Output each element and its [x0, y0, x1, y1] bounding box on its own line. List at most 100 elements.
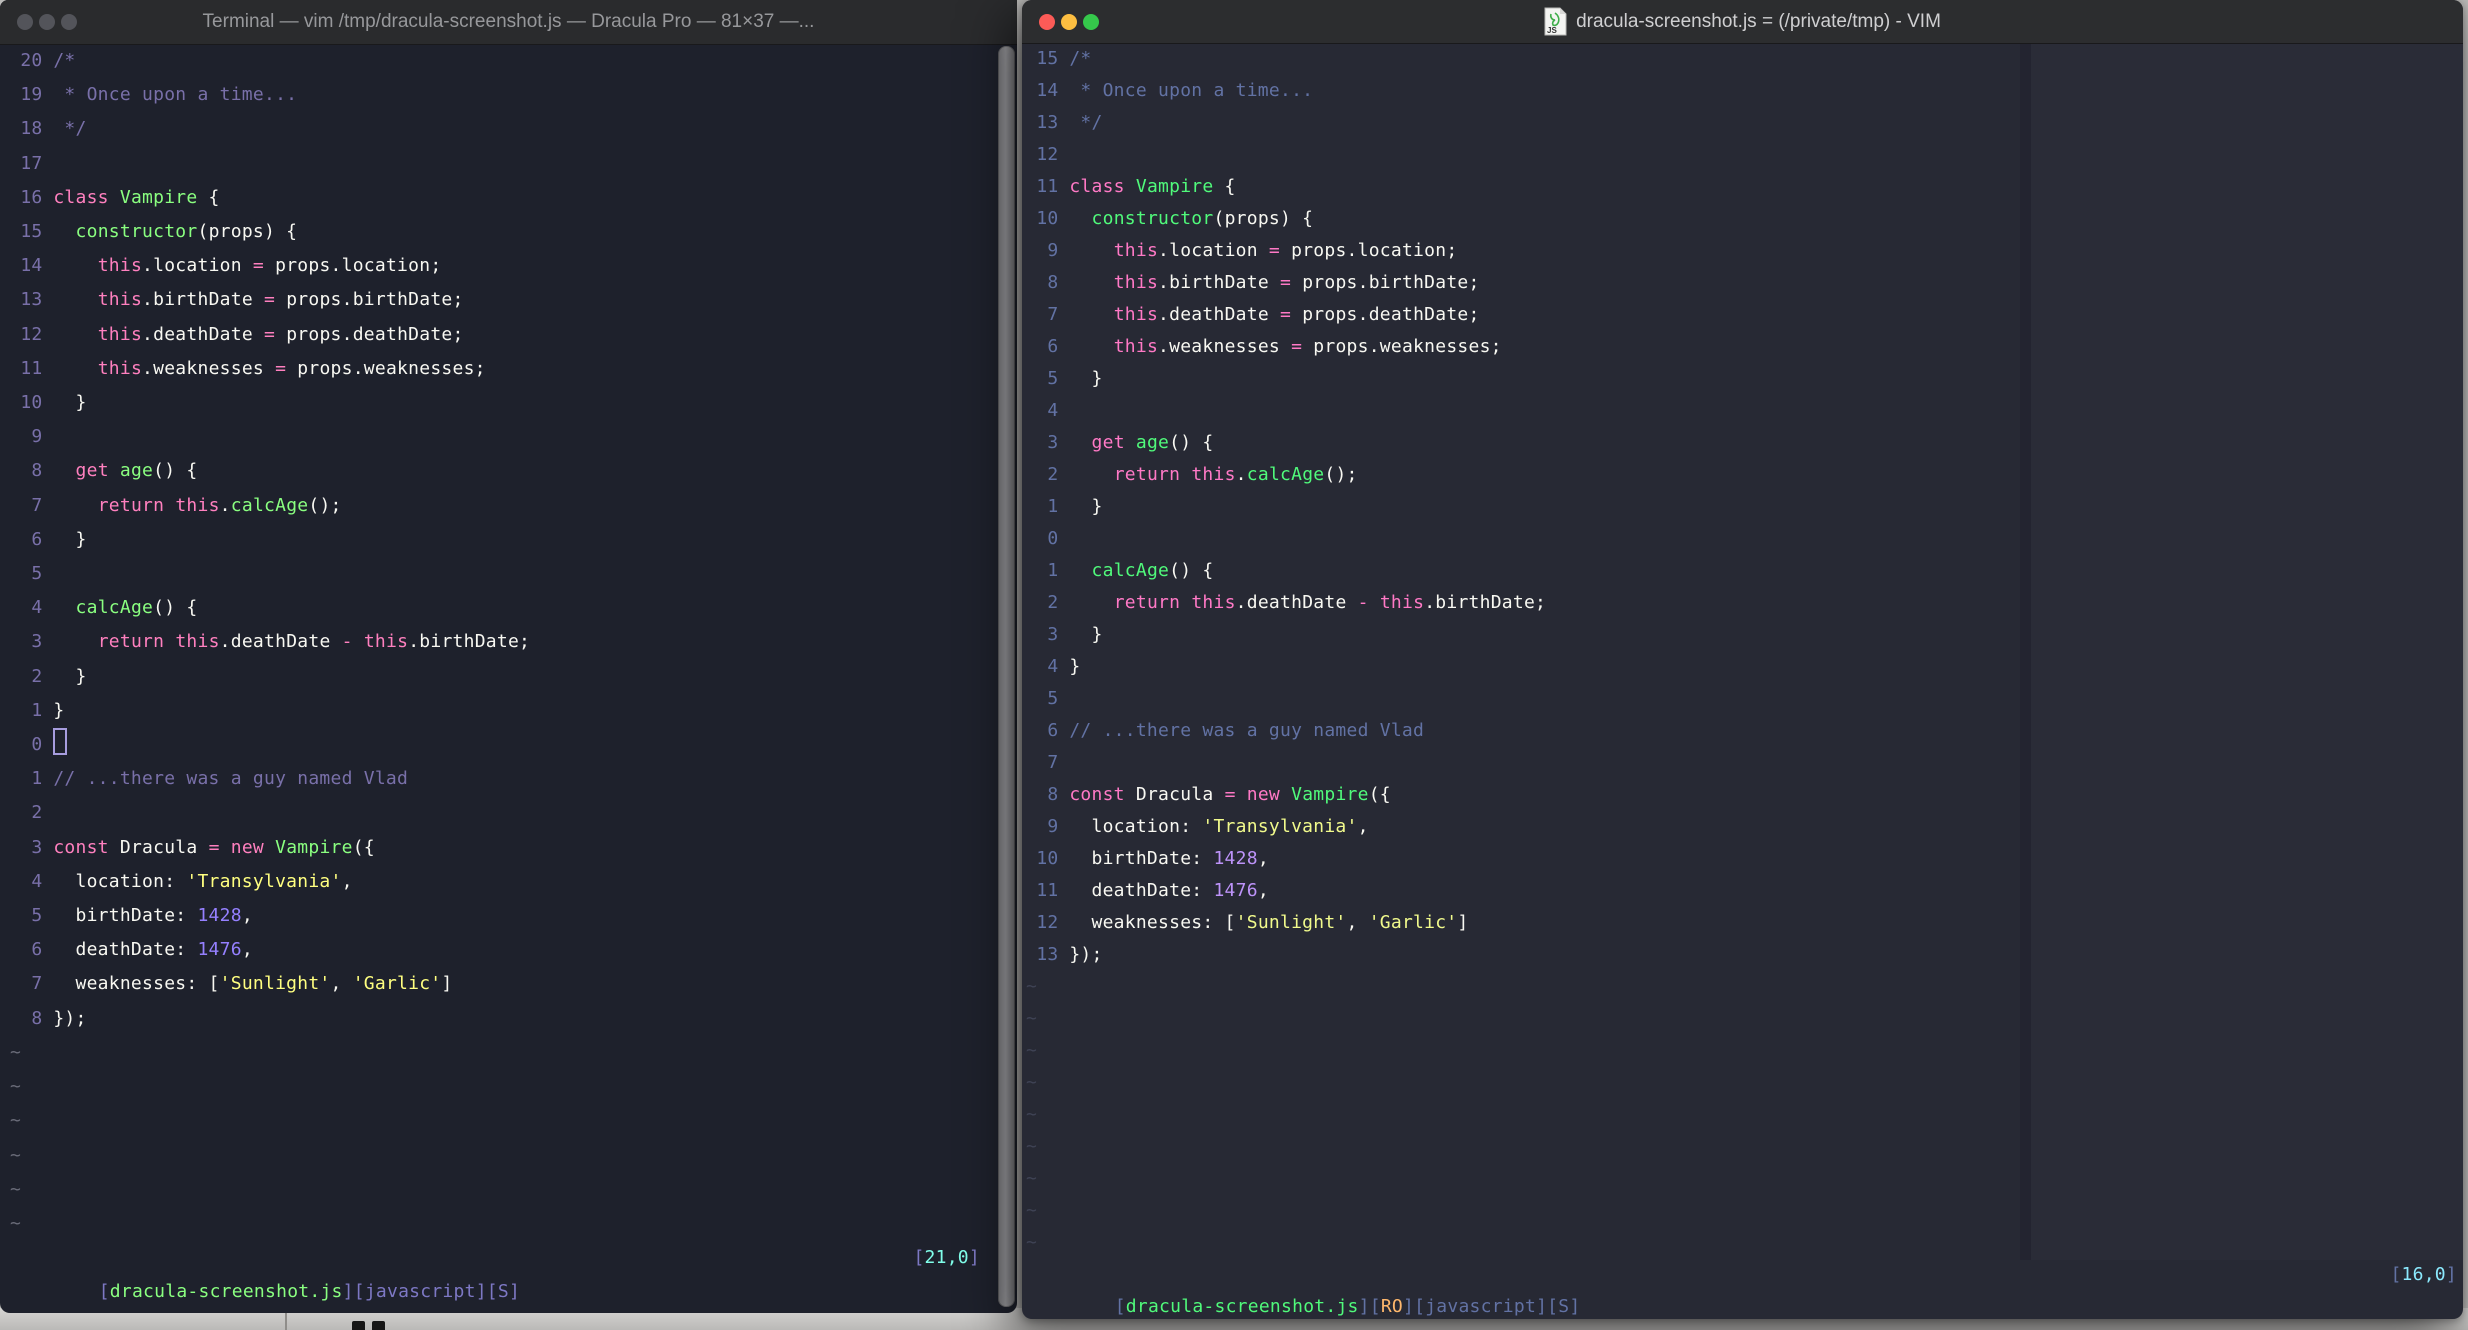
- code-line[interactable]: 6 // ...there was a guy named Vlad: [1026, 715, 2463, 747]
- code-line[interactable]: 0: [1026, 523, 2463, 555]
- code-area[interactable]: 20/* 19 * Once upon a time... 18 */17 16 cla…: [0, 44, 1017, 1313]
- code-token: this: [1191, 592, 1236, 613]
- minimize-button[interactable]: [1061, 13, 1077, 30]
- code-token: return: [1113, 464, 1181, 485]
- code-token: get: [1091, 432, 1125, 453]
- code-line[interactable]: 5 }: [1026, 363, 2463, 395]
- code-line[interactable]: 3 const Dracula = new Vampire({: [10, 831, 1017, 865]
- terminal-titlebar[interactable]: Terminal — vim /tmp/dracula-screenshot.j…: [0, 0, 1017, 45]
- tilde-line: ~: [10, 1212, 22, 1234]
- code-line[interactable]: 8});: [10, 1002, 1017, 1036]
- line-number: 7: [31, 494, 43, 516]
- code-area[interactable]: 15/* 14 * Once upon a time... 13 */12 11 cla…: [1022, 43, 2463, 1319]
- code-lines[interactable]: 15/* 14 * Once upon a time... 13 */12 11 cla…: [1026, 43, 2463, 1259]
- code-token: const: [1069, 784, 1125, 805]
- code-line[interactable]: 3 get age() {: [1026, 427, 2463, 459]
- cursor-position-ruler: [21,0]: [913, 1247, 980, 1269]
- code-line[interactable]: 9 location: 'Transylvania',: [1026, 811, 2463, 843]
- code-line[interactable]: 14 this.location = props.location;: [10, 249, 1017, 283]
- code-line[interactable]: 1 }: [1026, 491, 2463, 523]
- code-line[interactable]: 11 deathDate: 1476,: [1026, 875, 2463, 907]
- code-line[interactable]: 15 constructor(props) {: [10, 215, 1017, 249]
- macvim-titlebar[interactable]: JS dracula-screenshot.js = (/private/tmp…: [1022, 0, 2463, 44]
- line-number: 4: [1047, 400, 1059, 421]
- code-line[interactable]: 8 const Dracula = new Vampire({: [1026, 779, 2463, 811]
- code-line[interactable]: 10 }: [10, 386, 1017, 420]
- code-line[interactable]: 5: [1026, 683, 2463, 715]
- code-line[interactable]: 4 location: 'Transylvania',: [10, 865, 1017, 899]
- code-line[interactable]: 4: [1026, 395, 2463, 427]
- code-line[interactable]: 8 this.birthDate = props.birthDate;: [1026, 267, 2463, 299]
- code-line[interactable]: 4 calcAge() {: [10, 591, 1017, 625]
- code-line[interactable]: 6 }: [10, 523, 1017, 557]
- code-line[interactable]: 7 this.deathDate = props.deathDate;: [1026, 299, 2463, 331]
- code-token: .deathDate: [1235, 592, 1358, 613]
- code-line[interactable]: 16 class Vampire {: [10, 181, 1017, 215]
- close-button[interactable]: [1039, 13, 1055, 30]
- code-line[interactable]: 5 birthDate: 1428,: [10, 899, 1017, 933]
- code-token: this: [363, 631, 409, 653]
- code-token: /*: [1069, 48, 1092, 69]
- code-line[interactable]: 14 * Once upon a time...: [1026, 75, 2463, 107]
- minimize-button[interactable]: [39, 14, 55, 30]
- code-line[interactable]: 7 weaknesses: ['Sunlight', 'Garlic']: [10, 967, 1017, 1001]
- code-line[interactable]: 18 */: [10, 112, 1017, 146]
- code-line[interactable]: 12 weaknesses: ['Sunlight', 'Garlic']: [1026, 907, 2463, 939]
- code-line[interactable]: 6 this.weaknesses = props.weaknesses;: [1026, 331, 2463, 363]
- code-line[interactable]: 2 return this.calcAge();: [1026, 459, 2463, 491]
- code-token: props.weaknesses;: [1302, 336, 1502, 357]
- line-number: 5: [1047, 368, 1059, 389]
- line-number: 1: [1047, 560, 1059, 581]
- code-line[interactable]: 3 return this.deathDate - this.birthDate…: [10, 625, 1017, 659]
- code-line[interactable]: 19 * Once upon a time...: [10, 78, 1017, 112]
- code-line[interactable]: 12: [1026, 139, 2463, 171]
- code-token: .: [219, 494, 231, 516]
- code-line[interactable]: 10 constructor(props) {: [1026, 203, 2463, 235]
- code-line[interactable]: 2: [10, 796, 1017, 830]
- code-line[interactable]: 2 }: [10, 660, 1017, 694]
- code-line[interactable]: 8 get age() {: [10, 454, 1017, 488]
- code-token: constructor: [1091, 208, 1214, 229]
- line-number: 9: [1047, 816, 1059, 837]
- code-line[interactable]: 13 */: [1026, 107, 2463, 139]
- close-button[interactable]: [17, 14, 33, 30]
- line-number: 7: [31, 973, 43, 995]
- status-file-info: [dracula-screenshot.js][RO][javascript][…: [1114, 1296, 1581, 1317]
- code-line[interactable]: 13 this.birthDate = props.birthDate;: [10, 283, 1017, 317]
- code-line[interactable]: 15 /*: [1026, 43, 2463, 75]
- code-line[interactable]: 6 deathDate: 1476,: [10, 933, 1017, 967]
- code-line[interactable]: 5: [10, 557, 1017, 591]
- code-line[interactable]: 11 this.weaknesses = props.weaknesses;: [10, 352, 1017, 386]
- code-line[interactable]: 13});: [1026, 939, 2463, 971]
- scrollbar[interactable]: [998, 46, 1015, 1307]
- code-line[interactable]: 9 this.location = props.location;: [1026, 235, 2463, 267]
- zoom-button[interactable]: [1083, 13, 1099, 30]
- tilde-line: ~: [1026, 1072, 1038, 1093]
- code-line[interactable]: 10 birthDate: 1428,: [1026, 843, 2463, 875]
- code-line[interactable]: 11 class Vampire {: [1026, 171, 2463, 203]
- code-line[interactable]: 7 return this.calcAge();: [10, 489, 1017, 523]
- code-line[interactable]: 1 calcAge() {: [1026, 555, 2463, 587]
- code-token: calcAge: [1091, 560, 1170, 581]
- code-line[interactable]: 12 this.deathDate = props.deathDate;: [10, 318, 1017, 352]
- code-line[interactable]: 1}: [10, 694, 1017, 728]
- code-line[interactable]: 1 // ...there was a guy named Vlad: [10, 762, 1017, 796]
- window-controls: [1039, 0, 1099, 43]
- code-line[interactable]: 9: [10, 420, 1017, 454]
- code-line[interactable]: 0: [10, 728, 1017, 762]
- code-line[interactable]: 20 /*: [10, 44, 1017, 78]
- code-line[interactable]: 3 }: [1026, 619, 2463, 651]
- code-token: location:: [1069, 816, 1203, 837]
- code-line[interactable]: 2 return this.deathDate - this.birthDate…: [1026, 587, 2463, 619]
- zoom-button[interactable]: [61, 14, 77, 30]
- code-token: () {: [1169, 560, 1214, 581]
- code-line[interactable]: 7: [1026, 747, 2463, 779]
- code-line[interactable]: 17: [10, 147, 1017, 181]
- code-token: Dracula: [1124, 784, 1225, 805]
- code-line[interactable]: 4}: [1026, 651, 2463, 683]
- line-number: 12: [1036, 912, 1059, 933]
- code-lines[interactable]: 20/* 19 * Once upon a time... 18 */17 16 cla…: [10, 44, 1017, 1241]
- line-number: 2: [31, 665, 43, 687]
